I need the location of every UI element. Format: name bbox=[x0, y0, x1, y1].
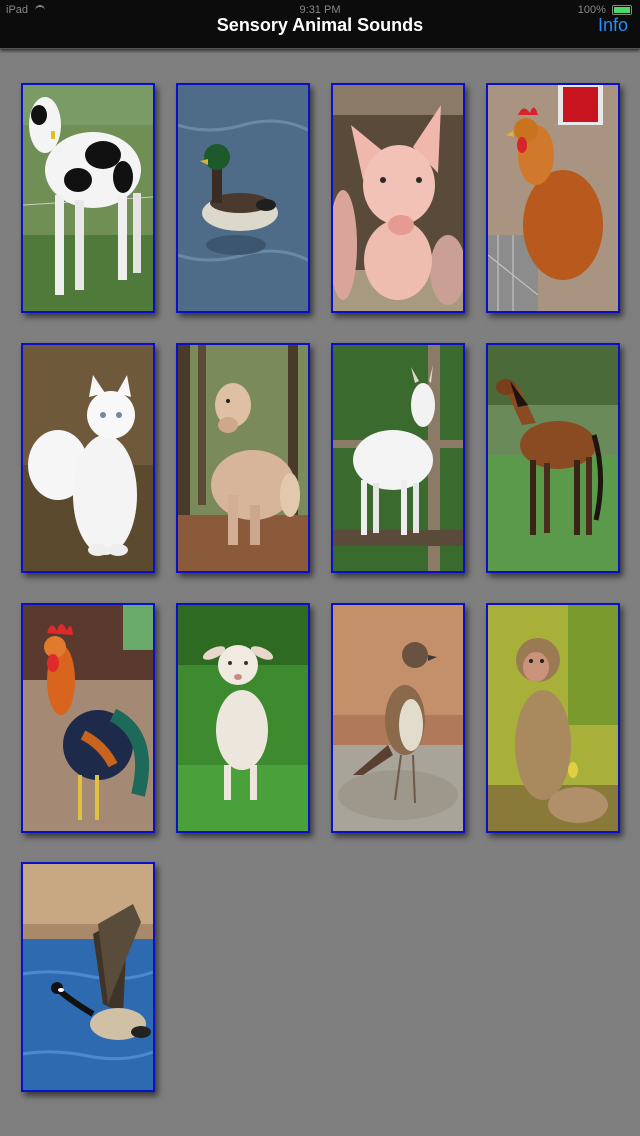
dog-image bbox=[178, 345, 308, 571]
info-button[interactable]: Info bbox=[598, 15, 628, 36]
animal-tile-hen[interactable] bbox=[486, 83, 620, 313]
animal-tile-lamb[interactable] bbox=[176, 603, 310, 833]
animal-tile-dog[interactable] bbox=[176, 343, 310, 573]
rooster-image bbox=[23, 605, 153, 831]
animal-tile-horse[interactable] bbox=[486, 343, 620, 573]
goat-image bbox=[333, 345, 463, 571]
sparrow-image bbox=[333, 605, 463, 831]
page-title: Sensory Animal Sounds bbox=[216, 15, 424, 35]
lamb-image bbox=[178, 605, 308, 831]
animal-tile-cat[interactable] bbox=[21, 343, 155, 573]
battery-icon bbox=[612, 5, 632, 16]
animal-tile-sparrow[interactable] bbox=[331, 603, 465, 833]
hen-image bbox=[488, 85, 618, 311]
goose-image bbox=[23, 864, 153, 1090]
animal-tile-monkey[interactable] bbox=[486, 603, 620, 833]
pig-image bbox=[333, 85, 463, 311]
horse-image bbox=[488, 345, 618, 571]
cat-image bbox=[23, 345, 153, 571]
cow-image bbox=[23, 85, 153, 311]
duck-image bbox=[178, 85, 308, 311]
animal-tile-rooster[interactable] bbox=[21, 603, 155, 833]
animal-tile-pig[interactable] bbox=[331, 83, 465, 313]
monkey-image bbox=[488, 605, 618, 831]
animal-tile-cow[interactable] bbox=[21, 83, 155, 313]
navigation-bar: iPad 9:31 PM 100% Sensory Animal Sounds … bbox=[0, 0, 640, 49]
animal-tile-goose[interactable] bbox=[21, 862, 155, 1092]
animal-tile-goat[interactable] bbox=[331, 343, 465, 573]
animal-tile-duck[interactable] bbox=[176, 83, 310, 313]
